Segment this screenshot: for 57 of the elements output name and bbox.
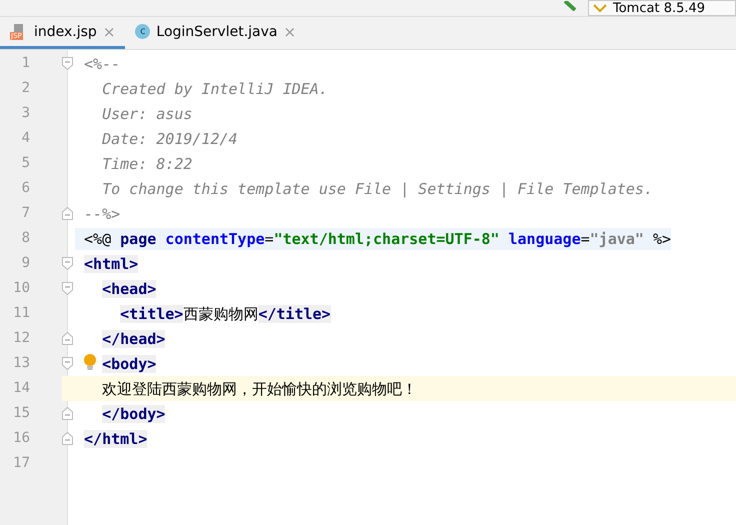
line-number: 4: [20, 129, 31, 148]
line-number: 3: [20, 104, 31, 123]
code-comment: --%>: [84, 204, 120, 222]
code-comment: <%--: [84, 54, 120, 72]
editor-tab[interactable]: c LoginServlet.java ×: [125, 17, 306, 49]
line-number: 17: [12, 454, 31, 473]
string-literal: "java": [590, 230, 644, 248]
code-punctuation: =: [264, 230, 274, 248]
fold-marker-icon[interactable]: [62, 432, 73, 445]
line-number: 10: [12, 279, 31, 298]
jsp-delimiter: <%@: [84, 230, 112, 248]
line-number: 12: [12, 329, 31, 348]
line-number: 11: [12, 304, 31, 323]
run-configuration-dropdown[interactable]: Tomcat 8.5.49: [588, 0, 736, 16]
tab-label: index.jsp: [34, 24, 97, 40]
attribute-name: language: [507, 230, 581, 248]
html-tag: </head>: [102, 330, 166, 348]
string-literal: "text/html;charset=UTF-8": [274, 230, 500, 248]
line-number: 14: [0, 376, 62, 401]
jsp-delimiter: %>: [652, 230, 672, 248]
code-text: 欢迎登陆西蒙购物网，开始愉快的浏览购物吧！: [102, 380, 418, 398]
line-number: 9: [20, 254, 31, 273]
fold-marker-icon[interactable]: [62, 207, 73, 220]
line-number: 6: [20, 179, 31, 198]
code-comment: Time: 8:22: [101, 154, 192, 172]
line-number: 16: [12, 429, 31, 448]
code-comment: Date: 2019/12/4: [101, 130, 238, 148]
line-number: 7: [20, 204, 31, 223]
code-comment: Created by IntelliJ IDEA.: [101, 80, 328, 98]
code-comment: To change this template use File | Settings | File Templates.: [101, 180, 653, 198]
fold-marker-icon[interactable]: [62, 407, 73, 420]
line-number: 15: [12, 404, 31, 423]
tab-label: LoginServlet.java: [156, 24, 278, 40]
line-number: 1: [20, 54, 31, 73]
fold-marker-icon[interactable]: [62, 332, 73, 345]
class-file-icon: c: [135, 24, 150, 39]
fold-marker-icon[interactable]: [62, 357, 73, 370]
attribute-name: contentType: [164, 230, 265, 248]
code-punctuation: =: [580, 230, 590, 248]
code-keyword: page: [119, 230, 156, 248]
line-number: 8: [20, 229, 31, 248]
lightbulb-icon[interactable]: [83, 352, 97, 370]
fold-marker-icon[interactable]: [62, 257, 73, 270]
line-number: 2: [20, 79, 31, 98]
code-comment: User: asus: [101, 104, 192, 122]
html-tag: <title>: [120, 304, 184, 322]
html-tag: <body>: [102, 354, 156, 372]
code-text: 西蒙购物网: [183, 304, 258, 322]
fold-marker-icon[interactable]: [62, 57, 73, 70]
html-tag: </title>: [258, 304, 331, 322]
html-tag: </body>: [102, 404, 166, 422]
html-tag: <html>: [84, 254, 138, 272]
line-number: 5: [20, 154, 31, 173]
html-tag: </html>: [84, 430, 148, 448]
html-tag: <head>: [102, 280, 156, 298]
line-number: 13: [12, 354, 31, 373]
fold-marker-icon[interactable]: [62, 282, 73, 295]
